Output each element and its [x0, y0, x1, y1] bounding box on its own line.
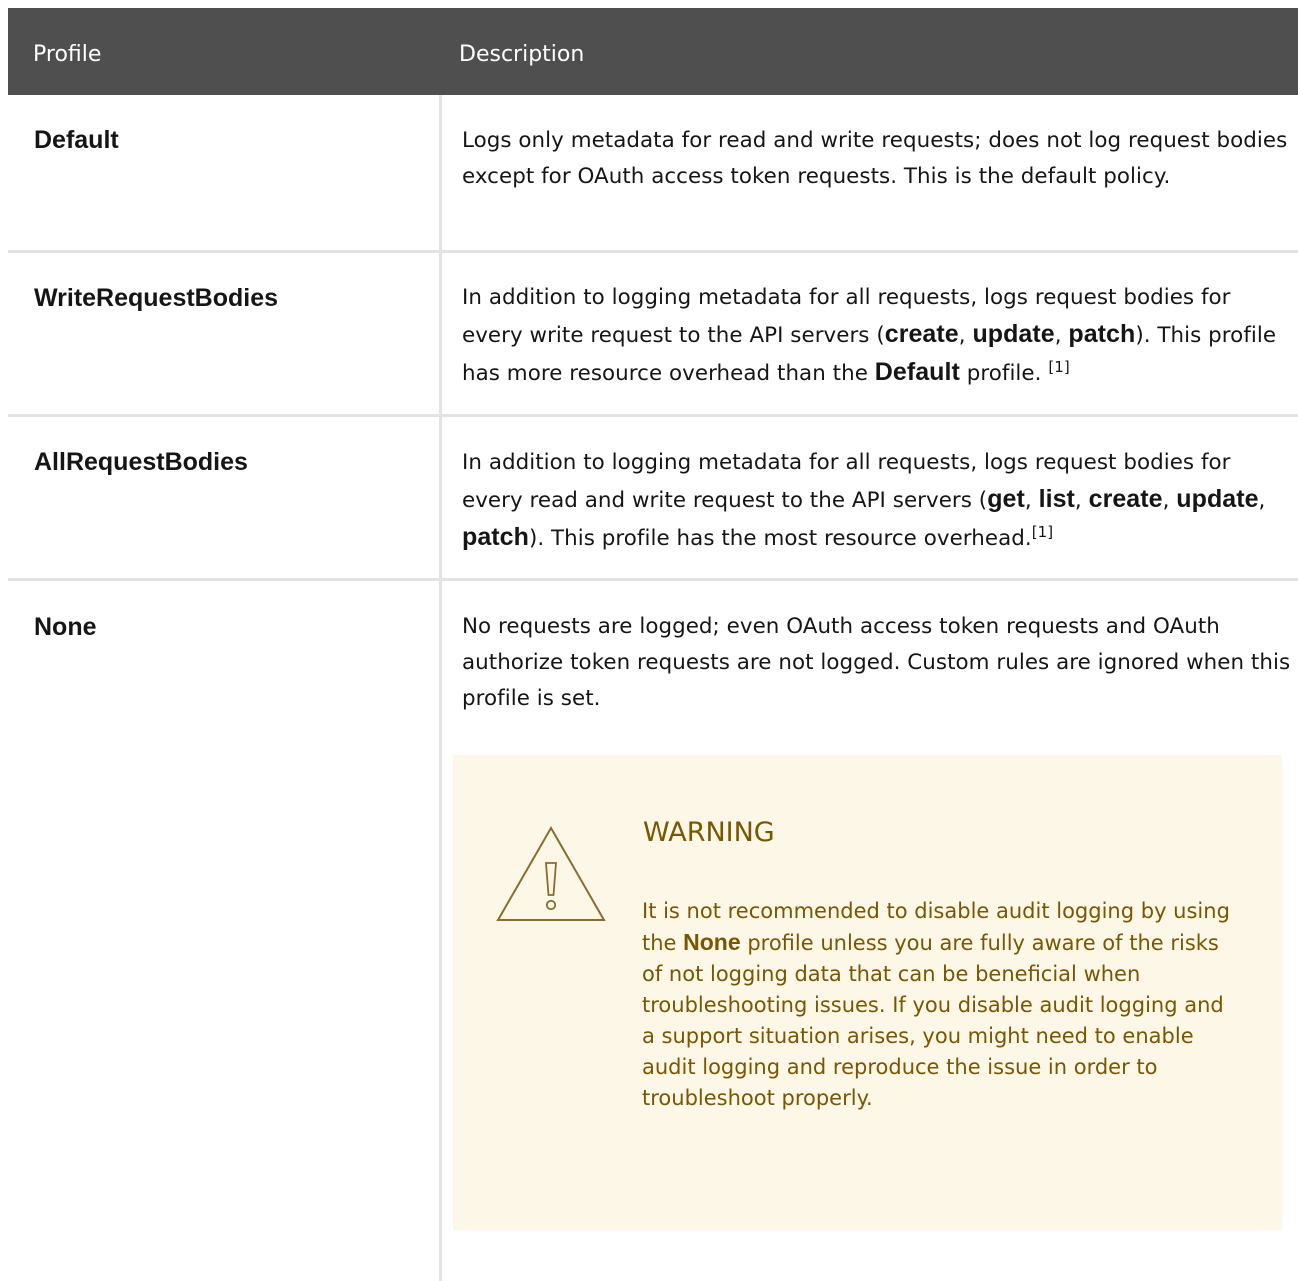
- verb-update: update: [972, 320, 1055, 348]
- profile-name: WriteRequestBodies: [34, 284, 279, 312]
- verb-get: get: [987, 485, 1025, 513]
- verb-create: create: [884, 320, 959, 348]
- column-header-profile: Profile: [33, 42, 102, 67]
- footnote-ref[interactable]: [1]: [1032, 523, 1053, 541]
- profile-name: None: [34, 613, 97, 641]
- table-row: AllRequestBodies In addition to logging …: [8, 417, 1298, 581]
- column-divider: [439, 95, 442, 250]
- profile-description: No requests are logged; even OAuth acces…: [462, 614, 1291, 711]
- footnote-ref[interactable]: [1]: [1048, 358, 1069, 376]
- profile-name: Default: [34, 126, 119, 154]
- table-header: Profile Description: [8, 8, 1298, 95]
- column-header-description: Description: [459, 42, 585, 67]
- column-divider: [439, 417, 442, 578]
- profile-name: AllRequestBodies: [34, 448, 248, 476]
- profile-ref-default: Default: [874, 358, 960, 386]
- verb-patch: patch: [1068, 320, 1136, 348]
- column-divider: [439, 253, 442, 414]
- warning-admonition: WARNING It is not recommended to disable…: [453, 755, 1282, 1230]
- profile-description: In addition to logging metadata for all …: [462, 285, 1277, 386]
- warning-triangle-icon: [496, 825, 606, 921]
- profile-ref-none: None: [683, 929, 741, 955]
- profile-description: Logs only metadata for read and write re…: [462, 128, 1288, 189]
- verb-patch: patch: [462, 523, 529, 551]
- verb-create: create: [1088, 485, 1163, 513]
- verb-list: list: [1038, 485, 1075, 513]
- table-row: Default Logs only metadata for read and …: [8, 95, 1298, 253]
- profile-description: In addition to logging metadata for all …: [462, 450, 1266, 551]
- verb-update: update: [1176, 485, 1259, 513]
- warning-text: It is not recommended to disable audit l…: [642, 899, 1230, 1110]
- table-row: WriteRequestBodies In addition to loggin…: [8, 253, 1298, 417]
- warning-title: WARNING: [643, 817, 775, 848]
- column-divider: [439, 581, 442, 1281]
